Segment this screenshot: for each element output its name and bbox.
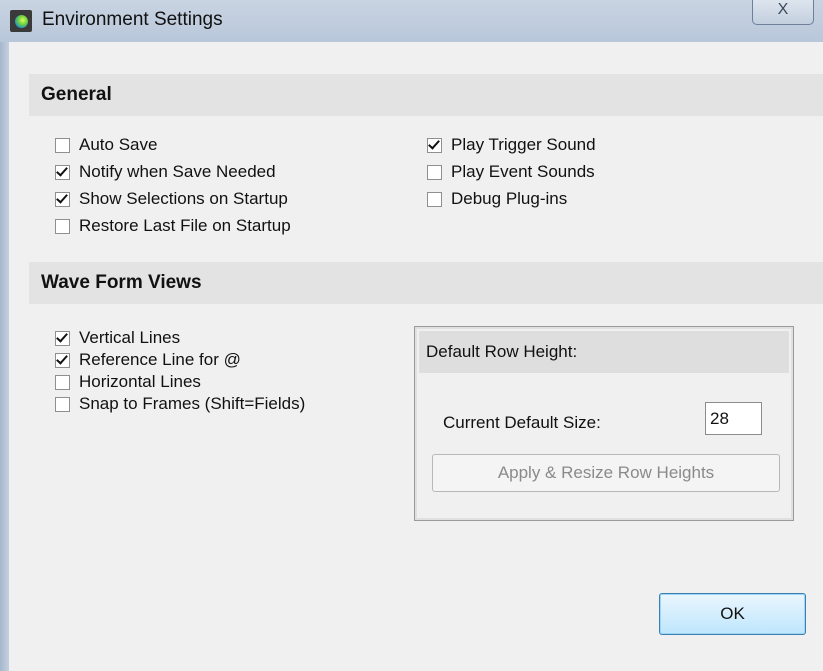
restore-last-file-label: Restore Last File on Startup	[79, 216, 291, 235]
show-selections-label: Show Selections on Startup	[79, 189, 288, 208]
auto-save-checkbox[interactable]: Auto Save	[55, 134, 157, 156]
auto-save-label: Auto Save	[79, 135, 158, 154]
show-selections-box[interactable]	[55, 191, 70, 207]
play-trigger-sound-box[interactable]	[427, 137, 442, 153]
vertical-lines-label: Vertical Lines	[79, 328, 181, 347]
play-trigger-sound-label: Play Trigger Sound	[451, 135, 596, 154]
app-logo-icon	[10, 10, 32, 32]
dialog-body: General Auto Save Notify when Save Neede…	[9, 42, 823, 671]
auto-save-box[interactable]	[55, 137, 70, 153]
current-default-size-label: Current Default Size:	[443, 413, 601, 432]
play-event-sounds-label: Play Event Sounds	[451, 162, 595, 181]
apply-resize-button[interactable]: Apply & Resize Row Heights	[432, 454, 780, 492]
reference-line-box[interactable]	[55, 352, 70, 368]
notify-save-checkbox[interactable]: Notify when Save Needed	[55, 161, 276, 183]
ok-button[interactable]: OK	[659, 593, 806, 635]
general-section-title: General	[41, 84, 112, 105]
row-height-title: Default Row Height:	[426, 342, 578, 361]
snap-to-frames-checkbox[interactable]: Snap to Frames (Shift=Fields)	[55, 393, 305, 415]
debug-plugins-checkbox[interactable]: Debug Plug-ins	[427, 188, 567, 210]
restore-last-file-box[interactable]	[55, 218, 70, 234]
default-size-input[interactable]	[705, 402, 762, 435]
debug-plugins-box[interactable]	[427, 191, 442, 207]
reference-line-label: Reference Line for @	[79, 350, 241, 369]
row-height-header: Default Row Height:	[419, 331, 789, 373]
horizontal-lines-checkbox[interactable]: Horizontal Lines	[55, 371, 201, 393]
waveform-section-title: Wave Form Views	[41, 272, 202, 293]
waveform-section-header: Wave Form Views	[29, 262, 823, 304]
vertical-lines-checkbox[interactable]: Vertical Lines	[55, 327, 180, 349]
horizontal-lines-label: Horizontal Lines	[79, 372, 201, 391]
snap-to-frames-label: Snap to Frames (Shift=Fields)	[79, 394, 306, 413]
title-bar[interactable]: Environment Settings X	[0, 0, 823, 42]
play-event-sounds-box[interactable]	[427, 164, 442, 180]
show-selections-checkbox[interactable]: Show Selections on Startup	[55, 188, 288, 210]
play-event-sounds-checkbox[interactable]: Play Event Sounds	[427, 161, 595, 183]
snap-to-frames-box[interactable]	[55, 396, 70, 412]
window-title: Environment Settings	[42, 9, 223, 30]
notify-save-box[interactable]	[55, 164, 70, 180]
general-section-header: General	[29, 74, 823, 116]
horizontal-lines-box[interactable]	[55, 374, 70, 390]
row-height-panel: Default Row Height: Current Default Size…	[414, 326, 794, 521]
debug-plugins-label: Debug Plug-ins	[451, 189, 568, 208]
window-frame-left	[0, 42, 9, 671]
close-button[interactable]: X	[752, 0, 814, 25]
restore-last-file-checkbox[interactable]: Restore Last File on Startup	[55, 215, 291, 237]
notify-save-label: Notify when Save Needed	[79, 162, 276, 181]
reference-line-checkbox[interactable]: Reference Line for @	[55, 349, 241, 371]
close-icon: X	[777, 1, 789, 18]
vertical-lines-box[interactable]	[55, 330, 70, 346]
play-trigger-sound-checkbox[interactable]: Play Trigger Sound	[427, 134, 596, 156]
